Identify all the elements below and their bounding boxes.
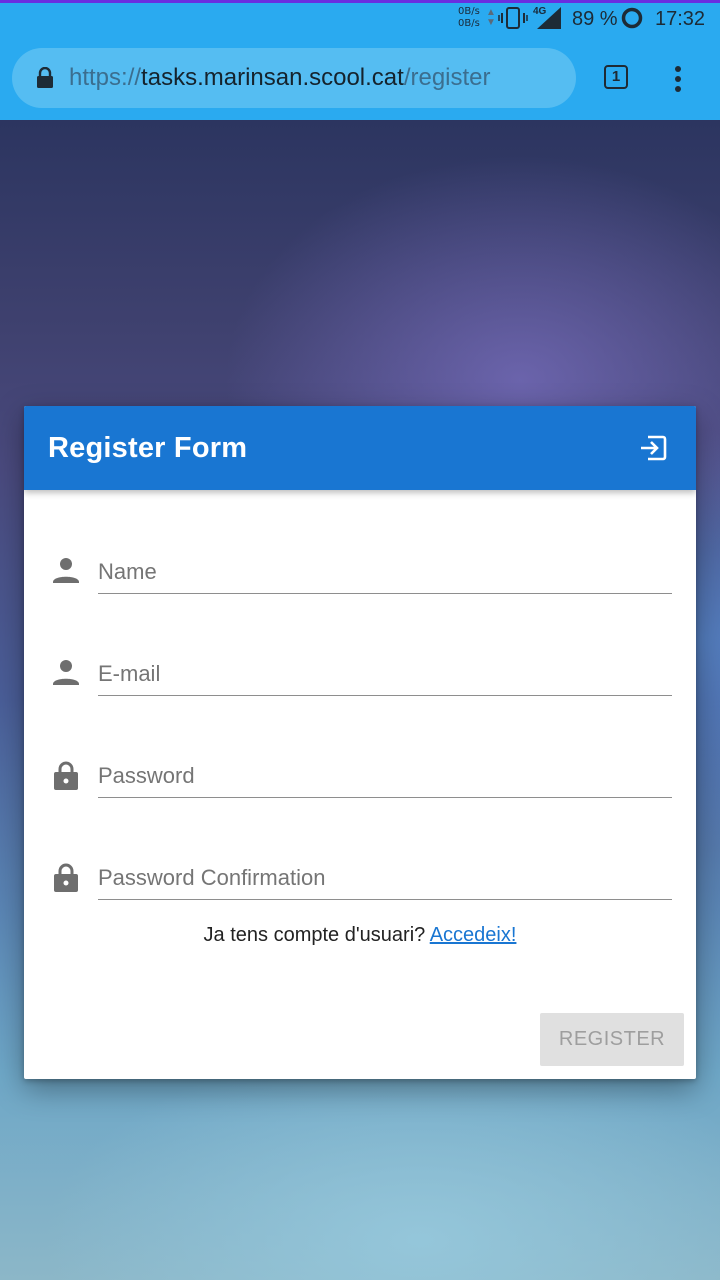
url-path: /register (403, 64, 491, 91)
lock-icon (54, 863, 78, 892)
person-icon (53, 558, 79, 583)
password-confirmation-input-wrap (98, 840, 672, 900)
email-input[interactable] (98, 658, 672, 690)
card-header: Register Form (24, 406, 696, 490)
battery-percent: 89 % (572, 8, 618, 30)
vibrate-icon (498, 7, 528, 29)
login-link[interactable]: Accedeix! (430, 924, 517, 946)
url-text[interactable]: https://tasks.marinsan.scool.cat/registe… (69, 64, 491, 92)
cell-signal-icon (537, 7, 561, 29)
account-prompt-text: Ja tens compte d'usuari? (203, 924, 426, 946)
email-input-wrap (98, 636, 672, 696)
battery-ring-icon (621, 7, 643, 29)
person-icon (53, 660, 79, 685)
overflow-menu-icon[interactable] (666, 64, 690, 94)
password-input[interactable] (98, 760, 672, 792)
url-scheme: https:// (69, 64, 142, 91)
url-host: tasks.marinsan.scool.cat (141, 64, 404, 91)
status-bar: 0B/s 0B/s ▲ ▼ 4G 89 % 17:32 (0, 0, 720, 38)
password-confirmation-field (52, 840, 672, 900)
password-confirmation-input[interactable] (98, 862, 672, 894)
password-field (52, 738, 672, 798)
login-icon[interactable] (637, 432, 669, 464)
register-button[interactable]: REGISTER (540, 1013, 684, 1066)
page: 0B/s 0B/s ▲ ▼ 4G 89 % 17:32 https://task… (0, 0, 720, 1280)
secure-lock-icon (37, 67, 53, 88)
tab-switcher-button[interactable]: 1 (604, 65, 628, 89)
name-field (52, 534, 672, 594)
account-prompt: Ja tens compte d'usuari? Accedeix! (24, 924, 696, 947)
status-clock: 17:32 (655, 8, 706, 30)
network-down-speed: 0B/s (458, 18, 480, 29)
form-title: Register Form (48, 432, 248, 464)
password-input-wrap (98, 738, 672, 798)
name-input-wrap (98, 534, 672, 594)
network-speed: 0B/s 0B/s (458, 6, 480, 30)
network-up-speed: 0B/s (458, 6, 480, 17)
browser-chrome: 0B/s 0B/s ▲ ▼ 4G 89 % 17:32 https://task… (0, 0, 720, 120)
register-card: Register Form Name E-mail Ja tens compte… (24, 406, 696, 1079)
name-input[interactable] (98, 556, 672, 588)
lock-icon (54, 761, 78, 790)
url-bar[interactable]: https://tasks.marinsan.scool.cat/registe… (12, 48, 576, 108)
data-arrows-icon: ▲ ▼ (486, 7, 496, 28)
email-field (52, 636, 672, 696)
